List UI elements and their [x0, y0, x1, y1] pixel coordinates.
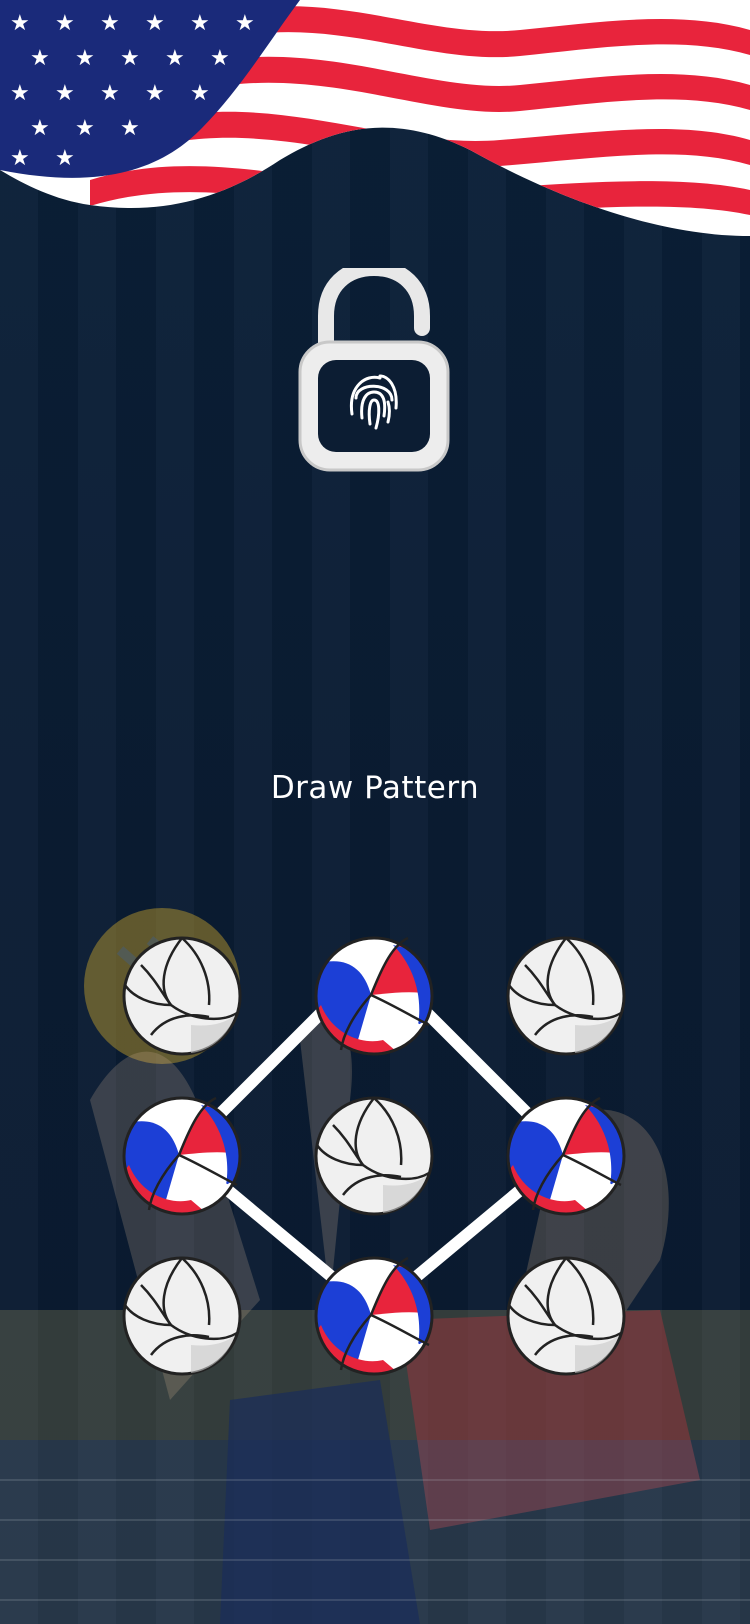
volleyball-icon: [314, 1096, 434, 1216]
pattern-dot-1-0[interactable]: [121, 1095, 243, 1217]
volleyball-selected-icon: [122, 1096, 242, 1216]
pattern-dot-2-1[interactable]: [313, 1255, 435, 1377]
pattern-dot-1-1[interactable]: [313, 1095, 435, 1217]
pattern-dot-2-2[interactable]: [505, 1255, 627, 1377]
volleyball-icon: [122, 1256, 242, 1376]
pattern-dot-0-2[interactable]: [505, 935, 627, 1057]
volleyball-icon: [506, 1256, 626, 1376]
pattern-dot-2-0[interactable]: [121, 1255, 243, 1377]
pattern-dot-0-1[interactable]: [313, 935, 435, 1057]
pattern-dot-0-0[interactable]: [121, 935, 243, 1057]
pattern-path: [177, 954, 572, 1318]
volleyball-icon: [506, 936, 626, 1056]
volleyball-selected-icon: [506, 1096, 626, 1216]
volleyball-icon: [122, 936, 242, 1056]
volleyball-selected-icon: [314, 936, 434, 1056]
volleyball-selected-icon: [314, 1256, 434, 1376]
pattern-dot-1-2[interactable]: [505, 1095, 627, 1217]
